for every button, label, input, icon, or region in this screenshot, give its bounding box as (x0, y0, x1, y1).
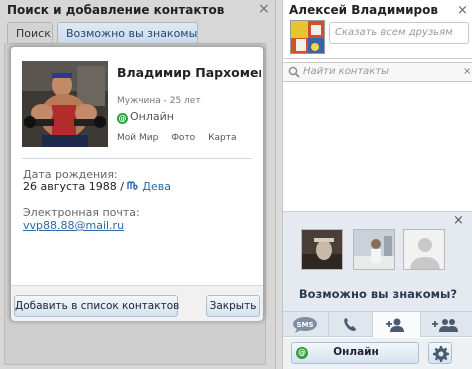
tab-sms[interactable]: SMS (283, 312, 329, 337)
tab-add-contact[interactable] (373, 312, 421, 337)
user-name: Алексей Владимиров (289, 3, 438, 17)
gender-age: Мужчина - 25 лет (117, 96, 201, 106)
close-button[interactable]: Закрыть (206, 295, 260, 317)
email-label: Электронная почта: (23, 206, 140, 219)
svg-text:SMS: SMS (296, 321, 313, 329)
status-bar: @ Онлайн (283, 338, 472, 369)
settings-button[interactable] (428, 342, 452, 364)
search-placeholder: Найти контакты (303, 66, 390, 77)
suggestion-avatar-placeholder[interactable] (403, 229, 445, 270)
profile-photo[interactable] (22, 61, 108, 147)
status-button-label: Онлайн (333, 346, 379, 358)
email-link[interactable]: vvp88.88@mail.ru (23, 219, 124, 232)
divider (22, 158, 252, 159)
birthday-date: 26 августа 1988 / (23, 180, 128, 193)
profile-links: Мой Мир Фото Карта (117, 133, 246, 143)
add-to-contacts-button[interactable]: Добавить в список контактов (14, 295, 179, 317)
link-map[interactable]: Карта (208, 133, 236, 143)
tab-maybe-you-know[interactable]: Возможно вы знакомы (57, 22, 198, 44)
close-icon[interactable]: × (258, 2, 270, 16)
divider (283, 58, 472, 59)
tab-add-group[interactable] (421, 312, 472, 337)
suggestions-title: Возможно вы знакомы? (298, 287, 458, 301)
virgo-icon (127, 181, 139, 190)
contacts-sidebar: Алексей Владимиров × Сказать всем друзья… (282, 0, 472, 369)
user-avatar[interactable] (290, 20, 325, 54)
contact-list (283, 83, 472, 211)
close-icon[interactable]: × (453, 213, 464, 228)
status-text: Онлайн (130, 110, 174, 123)
link-my-world[interactable]: Мой Мир (117, 133, 158, 143)
clear-search-icon[interactable]: × (463, 66, 471, 77)
card-footer: Добавить в список контактов Закрыть (11, 285, 263, 321)
phone-icon (344, 318, 356, 331)
online-status: @ Онлайн (117, 110, 174, 124)
online-icon: @ (117, 113, 128, 124)
panel-title: Поиск и добавление контактов (7, 3, 225, 17)
add-contact-icon (386, 318, 404, 332)
tab-search[interactable]: Поиск (7, 22, 53, 44)
zodiac-link[interactable]: Дева (142, 180, 171, 193)
sms-icon: SMS (293, 317, 317, 333)
link-photo[interactable]: Фото (171, 133, 195, 143)
status-button[interactable]: @ Онлайн (291, 342, 419, 364)
contacts-search[interactable]: Найти контакты × (283, 62, 472, 82)
profile-card: Владимир Пархоменко Мужчина - 25 лет @Он… (10, 46, 264, 321)
gear-icon (433, 346, 449, 362)
search-icon (288, 66, 300, 78)
status-input[interactable]: Сказать всем друзьям (329, 22, 469, 44)
suggestion-avatar[interactable] (353, 229, 395, 270)
suggestions-block: × Возможно вы знакомы? (283, 211, 472, 311)
birthday-value: 26 августа 1988 / Дева (23, 180, 171, 193)
contact-name: Владимир Пархоменко (117, 65, 261, 80)
action-tabs: SMS (283, 311, 472, 337)
close-icon[interactable]: × (457, 3, 468, 18)
suggestion-avatar[interactable] (301, 229, 343, 270)
tab-calls[interactable] (329, 312, 373, 337)
add-group-icon (432, 319, 458, 332)
